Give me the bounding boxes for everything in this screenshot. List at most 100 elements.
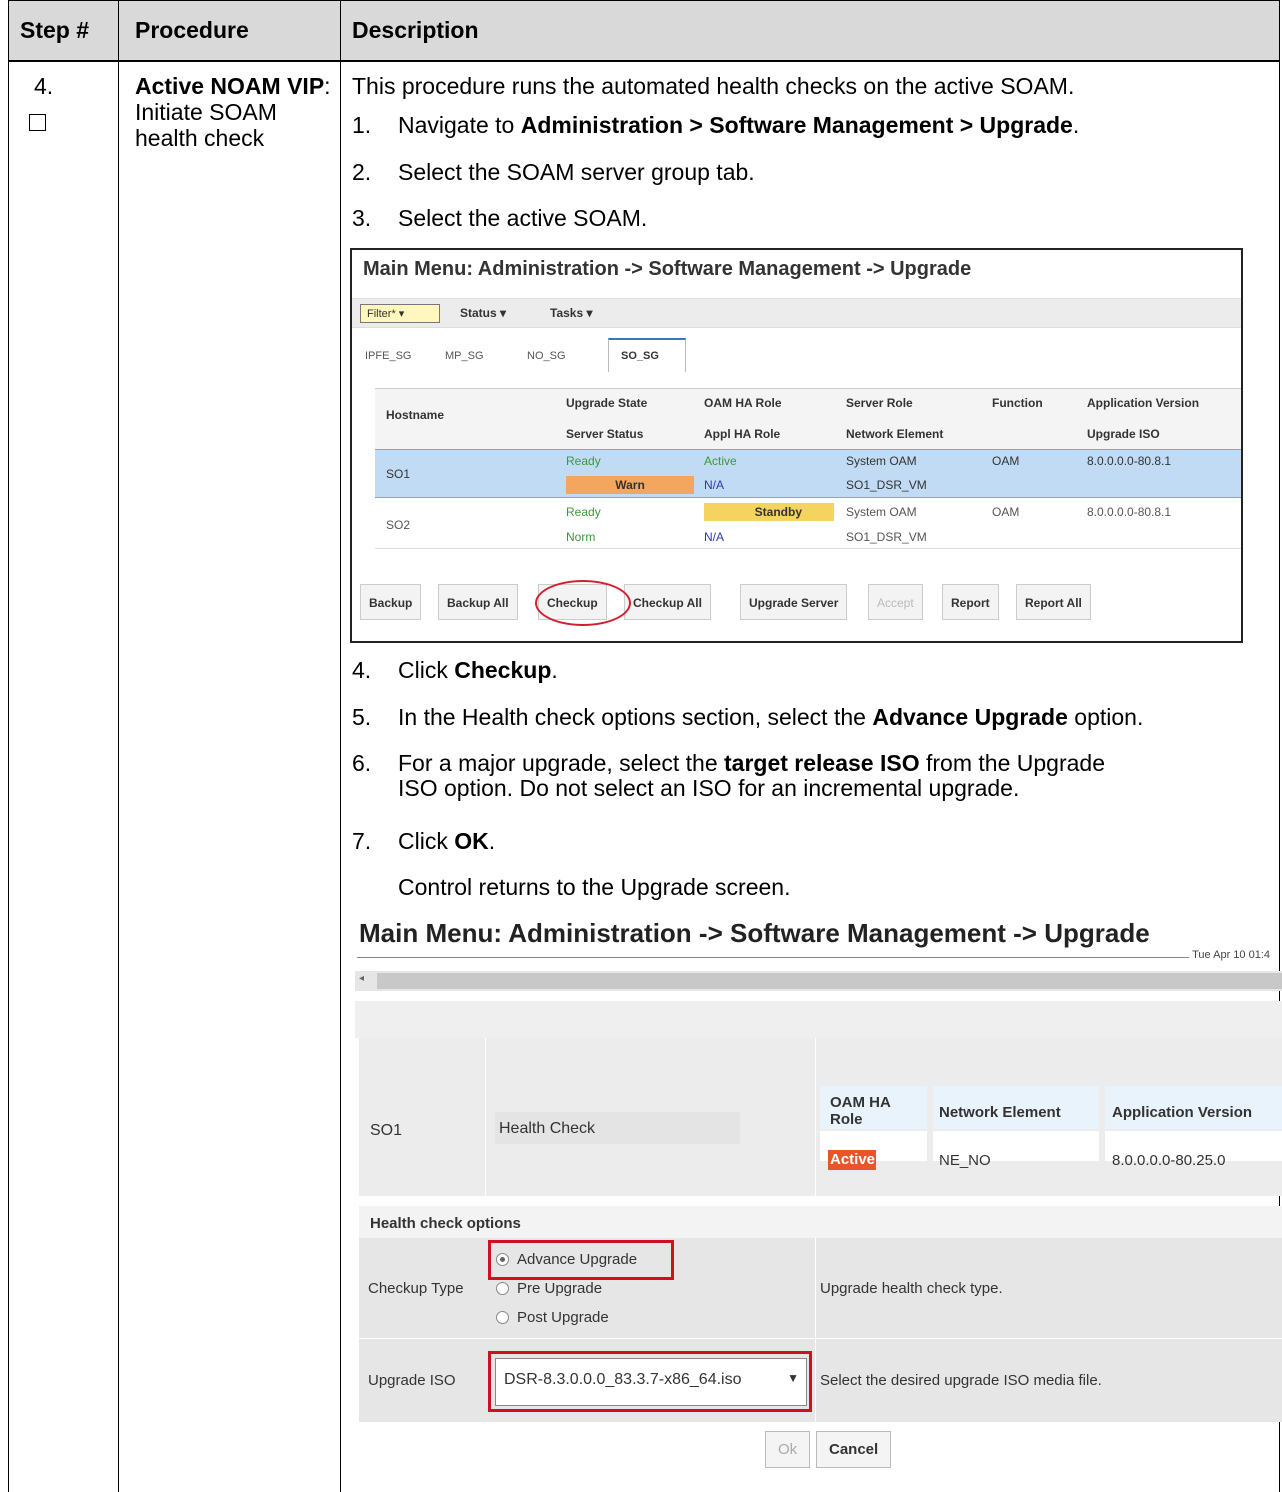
health-check-options-label: Health check options bbox=[370, 1215, 521, 1232]
step-7-text: Click OK. bbox=[398, 828, 496, 854]
step-6-num: 6. bbox=[352, 750, 372, 776]
cell-divider bbox=[815, 1038, 816, 1196]
accept-button[interactable]: Accept bbox=[868, 584, 923, 620]
col-upgrade-state: Upgrade State bbox=[566, 396, 648, 410]
header-procedure: Procedure bbox=[135, 17, 249, 43]
col-hostname: Hostname bbox=[386, 408, 445, 422]
col-appl-ha-role: Appl HA Role bbox=[704, 427, 781, 441]
row2-oam-standby: Standby bbox=[704, 503, 834, 521]
row2-role: System OAM bbox=[846, 505, 917, 519]
intro-text: This procedure runs the automated health… bbox=[352, 73, 1075, 99]
ss2-ne-value: NE_NO bbox=[939, 1152, 991, 1169]
row2-version: 8.0.0.0.0-80.8.1 bbox=[1087, 505, 1172, 519]
ss2-title-rule bbox=[357, 957, 1269, 958]
cell-divider bbox=[485, 1038, 486, 1196]
screenshot-upgrade-list: Main Menu: Administration -> Software Ma… bbox=[350, 248, 1243, 643]
step-2-text: Select the SOAM server group tab. bbox=[398, 159, 755, 185]
status-menu[interactable]: Status ▾ bbox=[460, 306, 506, 320]
ss1-toolbar: Filter* ▾ Status ▾ Tasks ▾ bbox=[352, 298, 1241, 328]
cancel-button[interactable]: Cancel bbox=[816, 1431, 892, 1468]
row2-host: SO2 bbox=[386, 518, 411, 532]
ss2-action: Health Check bbox=[499, 1120, 596, 1137]
checkup-highlight-circle bbox=[535, 580, 631, 626]
row1-oam: Active bbox=[704, 454, 737, 468]
upgrade-iso-label: Upgrade ISO bbox=[368, 1372, 456, 1389]
row1-ne: SO1_DSR_VM bbox=[846, 478, 927, 492]
row2-ne: SO1_DSR_VM bbox=[846, 530, 927, 544]
radio-pre-upgrade[interactable]: Pre Upgrade bbox=[496, 1280, 602, 1297]
row2-status: Norm bbox=[566, 530, 596, 544]
active-badge: Active bbox=[828, 1150, 876, 1170]
column-divider bbox=[340, 0, 341, 1492]
procedure-text: Active NOAM VIP: Initiate SOAM health ch… bbox=[135, 73, 335, 151]
cell-divider bbox=[815, 1338, 816, 1422]
step-5-text: In the Health check options section, sel… bbox=[398, 704, 1144, 730]
tasks-menu[interactable]: Tasks ▾ bbox=[550, 306, 593, 320]
tab-mp-sg[interactable]: MP_SG bbox=[445, 350, 484, 362]
upgrade-server-button[interactable]: Upgrade Server bbox=[740, 584, 848, 620]
header-description: Description bbox=[352, 17, 479, 43]
col-application-version: Application Version bbox=[1112, 1104, 1253, 1121]
col-upgrade-iso: Upgrade ISO bbox=[1087, 427, 1160, 441]
control-returns-text: Control returns to the Upgrade screen. bbox=[398, 874, 791, 900]
col-server-status: Server Status bbox=[566, 427, 644, 441]
checkup-all-button[interactable]: Checkup All bbox=[624, 584, 711, 620]
col-oam-ha-role: OAM HA Role bbox=[704, 396, 782, 410]
step-1-num: 1. bbox=[352, 112, 372, 138]
checkup-type-description: Upgrade health check type. bbox=[820, 1280, 1003, 1297]
step-4-text: Click Checkup. bbox=[398, 657, 558, 683]
ss2-date: Tue Apr 10 01:4 bbox=[1189, 949, 1270, 961]
report-button[interactable]: Report bbox=[942, 584, 999, 620]
row1-function: OAM bbox=[992, 454, 1020, 468]
col-function: Function bbox=[992, 396, 1043, 410]
step-number: 4. bbox=[34, 73, 54, 99]
chevron-down-icon[interactable]: ▼ bbox=[787, 1371, 799, 1385]
backup-all-button[interactable]: Backup All bbox=[438, 584, 518, 620]
row1-host: SO1 bbox=[386, 467, 411, 481]
row2-state: Ready bbox=[566, 505, 601, 519]
step-checkbox[interactable] bbox=[29, 114, 46, 131]
checkup-type-label: Checkup Type bbox=[368, 1280, 464, 1297]
row1-version: 8.0.0.0.0-80.8.1 bbox=[1087, 454, 1172, 468]
radio-off-icon[interactable] bbox=[496, 1311, 509, 1324]
scroll-left-arrow[interactable]: ◂ bbox=[359, 973, 364, 984]
col-oam-ha-role: OAM HA Role bbox=[830, 1094, 891, 1128]
radio-off-icon[interactable] bbox=[496, 1282, 509, 1295]
row1-appl: N/A bbox=[704, 478, 725, 492]
ss2-host: SO1 bbox=[370, 1122, 403, 1139]
col-network-element: Network Element bbox=[939, 1104, 1061, 1121]
step-3-num: 3. bbox=[352, 205, 372, 231]
col-application-version: Application Version bbox=[1087, 396, 1200, 410]
upgrade-iso-select[interactable]: DSR-8.3.0.0.0_83.3.7-x86_64.iso ▼ bbox=[495, 1358, 807, 1406]
ss2-title: Main Menu: Administration -> Software Ma… bbox=[359, 918, 1150, 948]
backup-button[interactable]: Backup bbox=[360, 584, 422, 620]
report-all-button[interactable]: Report All bbox=[1016, 584, 1091, 620]
step-6-text-line2: ISO option. Do not select an ISO for an … bbox=[398, 775, 1020, 801]
row1-status-warn: Warn bbox=[566, 476, 694, 494]
ok-button[interactable]: Ok bbox=[765, 1431, 811, 1468]
step-5-num: 5. bbox=[352, 704, 372, 730]
upgrade-iso-description: Select the desired upgrade ISO media fil… bbox=[820, 1372, 1102, 1389]
ss2-version-value: 8.0.0.0.0-80.25.0 bbox=[1112, 1152, 1226, 1169]
tab-no-sg[interactable]: NO_SG bbox=[527, 350, 566, 362]
header-step: Step # bbox=[20, 17, 90, 43]
radio-post-upgrade[interactable]: Post Upgrade bbox=[496, 1309, 609, 1326]
procedure-bold: Active NOAM VIP bbox=[135, 73, 325, 99]
column-divider bbox=[118, 0, 119, 1492]
step-6-text: For a major upgrade, select the target r… bbox=[398, 750, 1105, 776]
ss1-title: Main Menu: Administration -> Software Ma… bbox=[363, 258, 972, 280]
step-7-num: 7. bbox=[352, 828, 372, 854]
step-2-num: 2. bbox=[352, 159, 372, 185]
col-server-role: Server Role bbox=[846, 396, 913, 410]
step-4-num: 4. bbox=[352, 657, 372, 683]
col-network-element: Network Element bbox=[846, 427, 944, 441]
cell-divider bbox=[815, 1238, 816, 1338]
step-1-text: Navigate to Administration > Software Ma… bbox=[398, 112, 1080, 138]
tab-ipfe-sg[interactable]: IPFE_SG bbox=[365, 350, 411, 362]
advance-upgrade-highlight bbox=[488, 1240, 674, 1280]
scrollbar-thumb[interactable] bbox=[377, 973, 1282, 989]
row2-function: OAM bbox=[992, 505, 1020, 519]
header-rule bbox=[9, 61, 1279, 62]
tab-so-sg[interactable]: SO_SG bbox=[621, 350, 659, 362]
filter-button[interactable]: Filter* ▾ bbox=[360, 304, 440, 323]
